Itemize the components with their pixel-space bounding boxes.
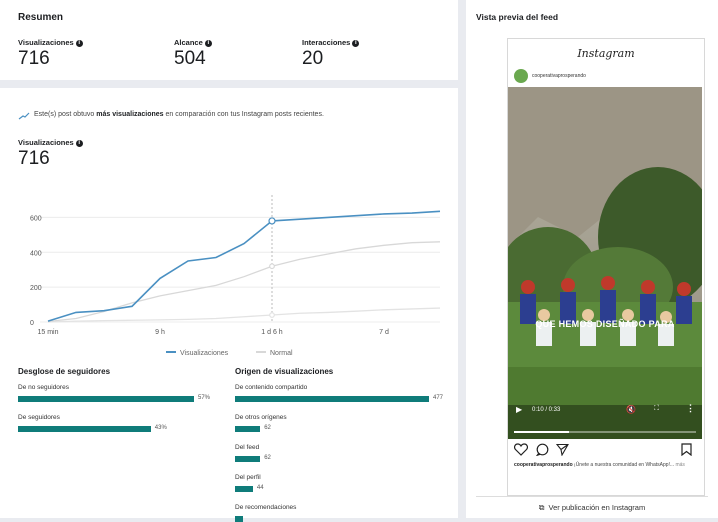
series-line — [47, 210, 441, 322]
x-tick-label: 15 min — [37, 329, 58, 336]
mute-icon[interactable]: 🔇 — [626, 405, 636, 414]
metric-reach-label: Alcance i — [174, 38, 212, 47]
source-bar — [235, 516, 244, 522]
play-icon[interactable]: ▶ — [516, 405, 522, 414]
post-video[interactable]: QUE HEMOS DISEÑADO PARA ▶ 0:10 / 0:33 🔇 … — [508, 87, 702, 439]
source-value: 62 — [264, 455, 271, 461]
x-tick-label: 9 h — [155, 329, 165, 336]
breakdown-value: 43% — [154, 425, 167, 431]
breakdown-bar — [18, 426, 151, 432]
metric-interactions-value: 20 — [302, 48, 324, 69]
views-label: Visualizaciones i — [18, 138, 83, 147]
bookmark-icon[interactable] — [681, 443, 692, 456]
y-tick-label: 400 — [30, 250, 42, 257]
info-icon[interactable]: i — [75, 139, 83, 147]
y-tick-label: 200 — [30, 285, 42, 292]
video-overlay-text: QUE HEMOS DISEÑADO PARA — [535, 319, 675, 329]
y-tick-label: 600 — [30, 215, 42, 222]
video-frame — [508, 87, 702, 439]
feed-preview-title: Vista previa del feed — [476, 12, 559, 22]
legend-label: Normal — [270, 350, 293, 357]
legend-label: Visualizaciones — [180, 350, 229, 357]
source-value: 477 — [433, 395, 444, 401]
source-value: 62 — [264, 425, 271, 431]
source-bar — [235, 486, 253, 492]
instagram-logo: Instagram — [577, 47, 635, 60]
share-icon[interactable] — [556, 443, 569, 456]
info-icon[interactable]: i — [352, 39, 360, 47]
view-on-instagram-link[interactable]: ⧉ Ver publicación en Instagram — [476, 496, 708, 519]
info-icon[interactable]: i — [204, 39, 212, 47]
source-label: Del feed — [235, 444, 260, 451]
x-tick-label: 1 d 6 h — [261, 329, 283, 336]
hover-point — [269, 263, 275, 270]
external-link-icon: ⧉ — [538, 503, 545, 512]
comment-icon[interactable] — [536, 443, 549, 456]
breakdown-bar — [18, 396, 194, 402]
heart-icon[interactable] — [514, 443, 528, 456]
source-label: De contenido compartido — [235, 384, 308, 391]
source-bar — [235, 456, 261, 462]
y-tick-label: 0 — [30, 320, 34, 327]
trend-up-icon — [18, 112, 30, 120]
breakdown-label: De seguidores — [18, 414, 60, 421]
views-line-chart: 0 200 400 600 15 min 9 h 1 d 6 h 7 d Visualizaci… — [30, 195, 441, 357]
summary-title: Resumen — [18, 12, 64, 23]
hover-point — [268, 217, 276, 225]
metric-reach-value: 504 — [174, 48, 206, 69]
breakdown-label: De no seguidores — [18, 384, 69, 391]
x-tick-label: 7 d — [379, 329, 389, 336]
fullscreen-icon[interactable]: ⛶ — [654, 405, 659, 413]
metric-views-label: Visualizaciones i — [18, 38, 83, 47]
hover-point — [269, 312, 275, 318]
view-sources-title: Origen de visualizaciones — [235, 367, 334, 376]
source-label: Del perfil — [235, 474, 261, 481]
source-label: De otros orígenes — [235, 414, 287, 421]
source-bar — [235, 426, 261, 432]
metric-interactions-label: Interacciones i — [302, 38, 360, 47]
video-progress[interactable] — [514, 431, 696, 433]
source-bar — [235, 396, 429, 402]
followers-breakdown-title: Desglose de seguidores — [18, 367, 111, 376]
views-value: 716 — [18, 148, 50, 169]
source-label: De recomendaciones — [235, 504, 297, 511]
post-username[interactable]: cooperativaprosperando — [532, 73, 586, 79]
performance-note: Este(s) post obtuvo más visualizaciones … — [34, 111, 324, 118]
info-icon[interactable]: i — [75, 39, 83, 47]
source-value: 44 — [256, 485, 264, 491]
more-options-icon[interactable]: ⋮ — [686, 403, 695, 414]
avatar[interactable] — [514, 69, 528, 83]
video-time: 0:10 / 0:33 — [532, 407, 561, 413]
post-caption: cooperativaprosperando ¡Únete a nuestra … — [514, 462, 685, 468]
breakdown-value: 57% — [198, 395, 211, 401]
metric-views-value: 716 — [18, 48, 50, 69]
